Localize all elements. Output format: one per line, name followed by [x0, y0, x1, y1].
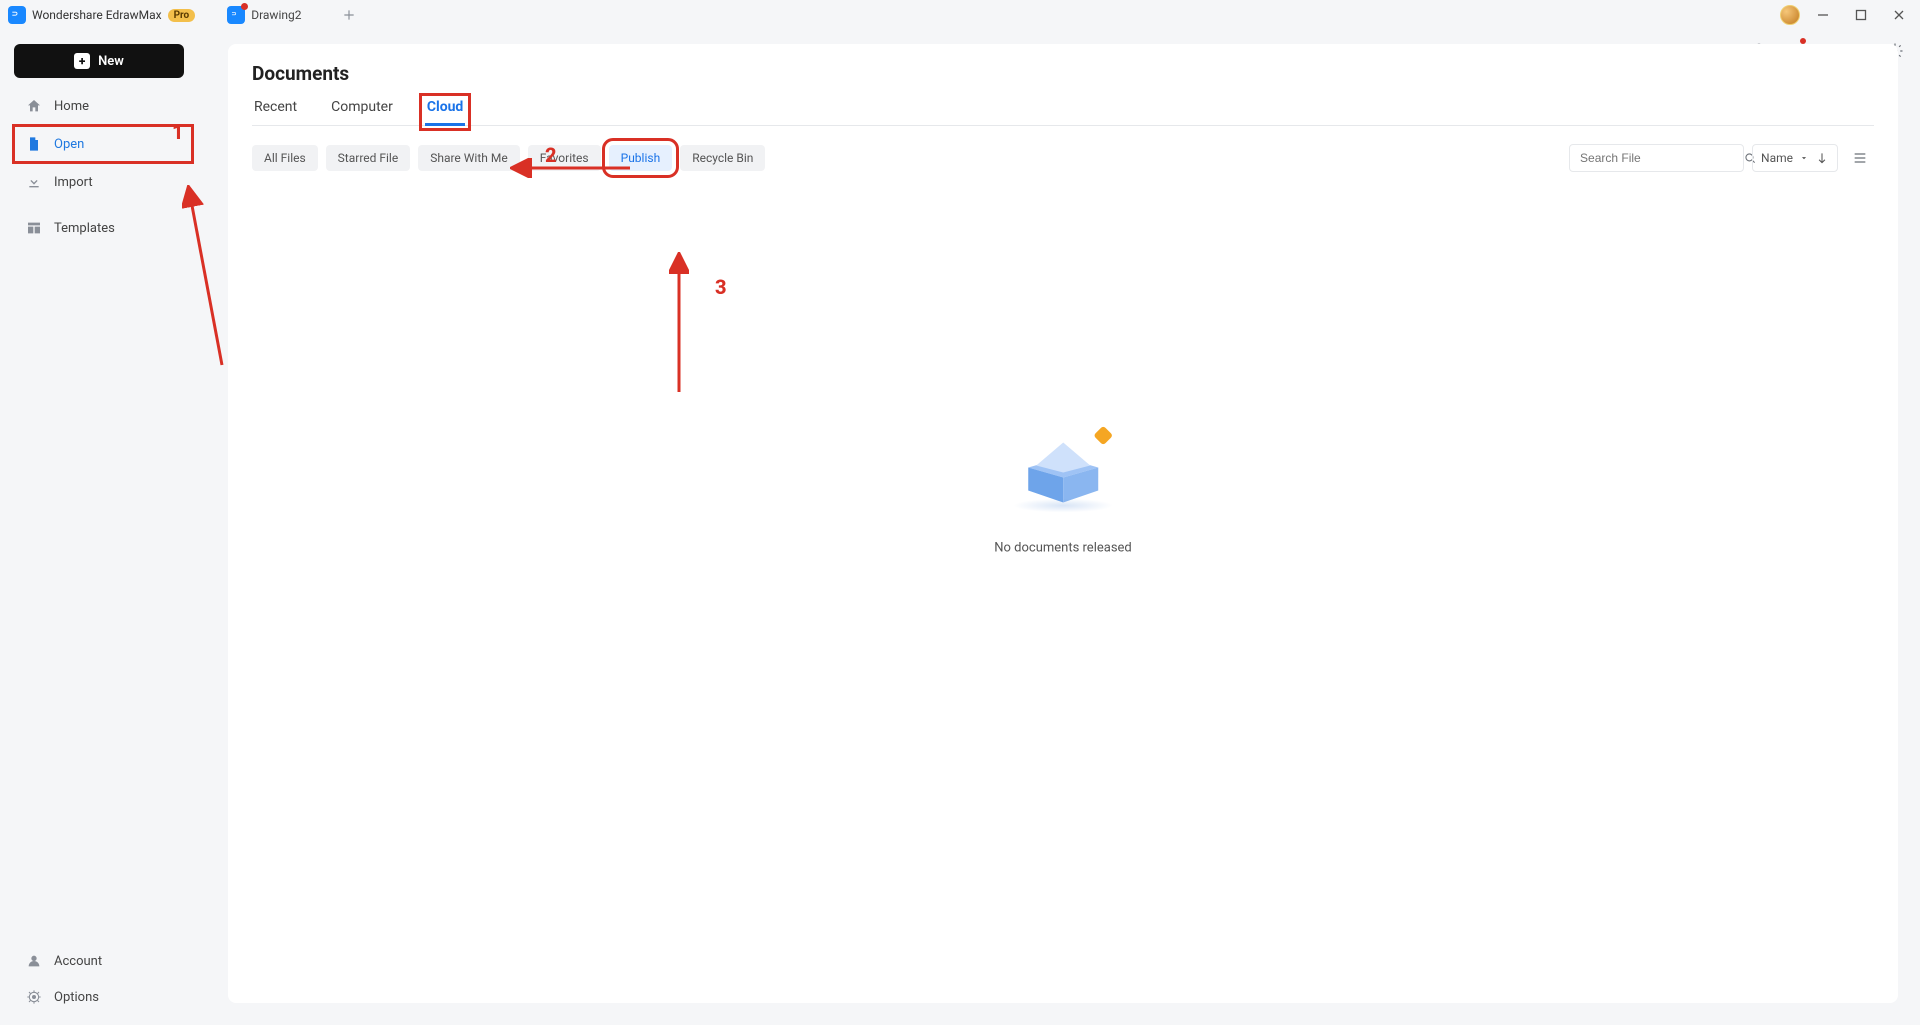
sidebar-item-label: Templates: [54, 221, 115, 236]
window-maximize-button[interactable]: [1846, 0, 1876, 30]
sidebar-item-label: Home: [54, 99, 89, 114]
sidebar-nav: Home Open Import Templates: [8, 88, 198, 246]
documents-panel: Documents Recent Computer Cloud All File…: [228, 44, 1898, 1003]
empty-state-text: No documents released: [994, 540, 1132, 555]
filter-publish[interactable]: Publish: [609, 145, 673, 171]
sidebar-item-label: Import: [54, 175, 93, 190]
templates-icon: [26, 220, 42, 236]
user-avatar[interactable]: [1780, 5, 1800, 25]
new-tab-button[interactable]: [335, 1, 363, 29]
sidebar-item-templates[interactable]: Templates: [14, 210, 192, 246]
sort-label: Name: [1761, 151, 1793, 165]
sidebar-item-account[interactable]: Account: [14, 943, 192, 979]
filter-recycle-bin[interactable]: Recycle Bin: [680, 145, 765, 171]
svg-text:⊃: ⊃: [12, 9, 19, 18]
empty-state: No documents released: [994, 432, 1132, 555]
sidebar-bottom: Account Options: [8, 943, 198, 1015]
content-area: Documents Recent Computer Cloud All File…: [206, 30, 1920, 1025]
window-minimize-button[interactable]: [1808, 0, 1838, 30]
tab-label: Recent: [254, 99, 297, 115]
document-logo-icon: ⊃: [227, 6, 245, 24]
tab-computer[interactable]: Computer: [329, 99, 395, 125]
filter-all-files[interactable]: All Files: [252, 145, 318, 171]
filter-shared[interactable]: Share With Me: [418, 145, 519, 171]
document-tab[interactable]: ⊃ Drawing2: [217, 0, 311, 30]
svg-text:⊃: ⊃: [232, 11, 237, 18]
filter-starred[interactable]: Starred File: [326, 145, 411, 171]
tab-cloud[interactable]: Cloud: [425, 99, 466, 125]
pro-badge: Pro: [168, 9, 196, 22]
app-body: + New Home Open Import: [0, 30, 1920, 1025]
sidebar-item-label: Options: [54, 990, 99, 1005]
options-icon: [26, 989, 42, 1005]
plus-icon: +: [74, 53, 90, 69]
app-logo-icon: ⊃: [8, 6, 26, 24]
app-tab-title: Wondershare EdrawMax: [32, 8, 162, 22]
titlebar: ⊃ Wondershare EdrawMax Pro ⊃ Drawing2: [0, 0, 1920, 30]
window-controls: [1780, 0, 1914, 30]
tab-label: Cloud: [427, 99, 464, 115]
sort-direction-icon[interactable]: [1815, 151, 1829, 165]
sidebar-item-options[interactable]: Options: [14, 979, 192, 1015]
sidebar: + New Home Open Import: [0, 30, 206, 1025]
file-icon: [26, 136, 42, 152]
sort-dropdown[interactable]: Name: [1752, 144, 1838, 172]
tab-recent[interactable]: Recent: [252, 99, 299, 125]
new-button-label: New: [98, 54, 124, 69]
view-toggle-button[interactable]: [1846, 144, 1874, 172]
chevron-down-icon: [1799, 153, 1809, 163]
document-tab-label: Drawing2: [251, 8, 301, 22]
search-box[interactable]: [1569, 144, 1744, 172]
sidebar-item-import[interactable]: Import: [14, 164, 192, 200]
sidebar-item-open[interactable]: Open: [14, 126, 192, 162]
account-icon: [26, 953, 42, 969]
search-input[interactable]: [1578, 150, 1737, 166]
sidebar-item-label: Account: [54, 954, 102, 969]
sidebar-item-home[interactable]: Home: [14, 88, 192, 124]
app-tab[interactable]: ⊃ Wondershare EdrawMax Pro: [0, 0, 205, 30]
window-close-button[interactable]: [1884, 0, 1914, 30]
filter-favorites[interactable]: Favorites: [528, 145, 601, 171]
empty-box-icon: [1008, 432, 1118, 522]
import-icon: [26, 174, 42, 190]
sidebar-item-label: Open: [54, 137, 84, 152]
new-button[interactable]: + New: [14, 44, 184, 78]
page-title: Documents: [252, 62, 1874, 85]
tab-label: Computer: [331, 99, 393, 115]
location-tabs: Recent Computer Cloud: [252, 99, 1874, 126]
home-icon: [26, 98, 42, 114]
cloud-filter-row: All Files Starred File Share With Me Fav…: [252, 144, 1874, 172]
